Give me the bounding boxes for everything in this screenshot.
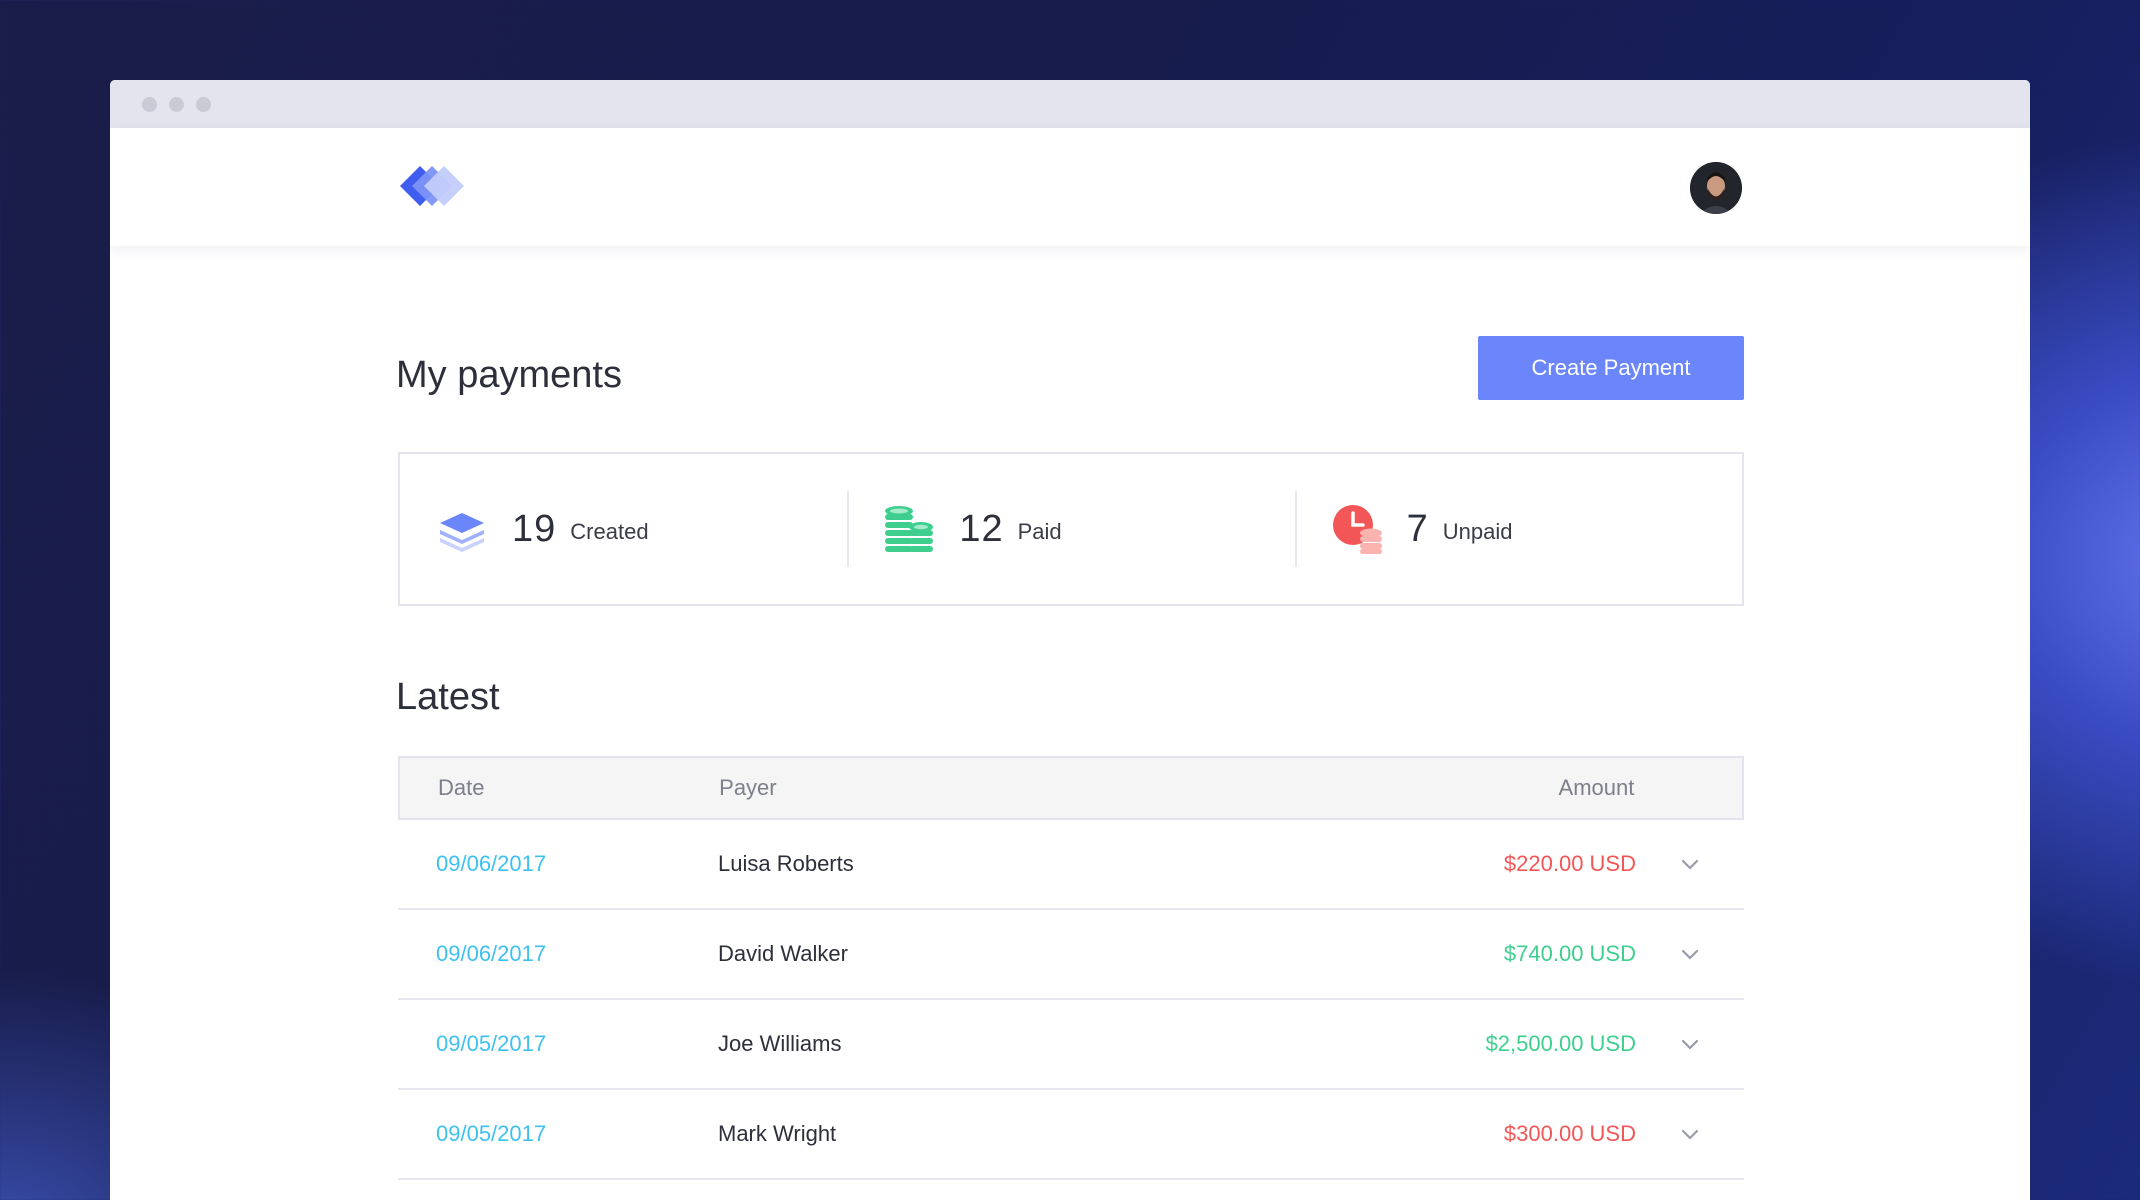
clock-coins-icon (1332, 505, 1382, 554)
logo-icon[interactable] (396, 162, 468, 210)
window-titlebar (110, 80, 2030, 128)
row-amount: $740.00 USD (1503, 941, 1636, 966)
window-minimize-dot[interactable] (169, 96, 184, 112)
row-amount: $2,500.00 USD (1485, 1031, 1636, 1056)
table-row[interactable]: 09/05/2017 Mark Wright $300.00 USD (398, 1090, 1744, 1180)
table-header: Date Payer Amount (398, 756, 1744, 820)
chevron-down-icon[interactable] (1636, 853, 1744, 875)
row-date: 09/05/2017 (436, 1031, 547, 1056)
payments-table: Date Payer Amount 09/06/2017 Luisa Rober… (398, 756, 1744, 1180)
row-payer: Luisa Roberts (718, 851, 854, 876)
row-amount: $220.00 USD (1503, 851, 1636, 876)
row-date: 09/06/2017 (436, 941, 547, 966)
create-payment-button[interactable]: Create Payment (1478, 336, 1744, 400)
row-payer: Joe Williams (718, 1031, 842, 1056)
stat-unpaid: 7 Unpaid (1294, 491, 1742, 567)
window-maximize-dot[interactable] (196, 96, 211, 112)
row-payer: David Walker (718, 941, 848, 966)
row-date: 09/05/2017 (436, 1121, 547, 1146)
page-title: My payments (396, 354, 622, 396)
stat-paid: 12 Paid (847, 491, 1294, 567)
stat-paid-label: Paid (1017, 519, 1062, 544)
row-date: 09/06/2017 (436, 851, 547, 876)
latest-heading: Latest (396, 676, 500, 718)
stat-created: 19 Created (400, 491, 847, 567)
row-payer: Mark Wright (718, 1121, 837, 1146)
stat-paid-value: 12 (959, 507, 1004, 550)
table-row[interactable]: 09/05/2017 Joe Williams $2,500.00 USD (398, 1000, 1744, 1090)
chevron-down-icon[interactable] (1636, 943, 1744, 965)
table-row[interactable]: 09/06/2017 David Walker $740.00 USD (398, 910, 1744, 1000)
window-close-dot[interactable] (142, 96, 157, 112)
layers-icon (440, 513, 484, 552)
stat-created-value: 19 (512, 507, 557, 550)
stat-created-label: Created (570, 519, 649, 544)
table-row[interactable]: 09/06/2017 Luisa Roberts $220.00 USD (398, 820, 1744, 910)
user-avatar[interactable] (1690, 162, 1742, 214)
browser-window: My payments Create Payment 19 Created 12… (110, 80, 2030, 1200)
header-amount[interactable]: Amount (1317, 775, 1635, 801)
header-payer[interactable]: Payer (719, 775, 1317, 801)
coins-icon (885, 506, 934, 552)
app-header (110, 128, 2030, 246)
chevron-down-icon[interactable] (1636, 1033, 1744, 1055)
stat-unpaid-value: 7 (1406, 507, 1429, 550)
chevron-down-icon[interactable] (1636, 1123, 1744, 1145)
row-amount: $300.00 USD (1503, 1121, 1636, 1146)
stats-panel: 19 Created 12 Paid 7 Unpaid (398, 452, 1744, 606)
stat-unpaid-label: Unpaid (1442, 519, 1513, 544)
header-date[interactable]: Date (400, 775, 719, 801)
